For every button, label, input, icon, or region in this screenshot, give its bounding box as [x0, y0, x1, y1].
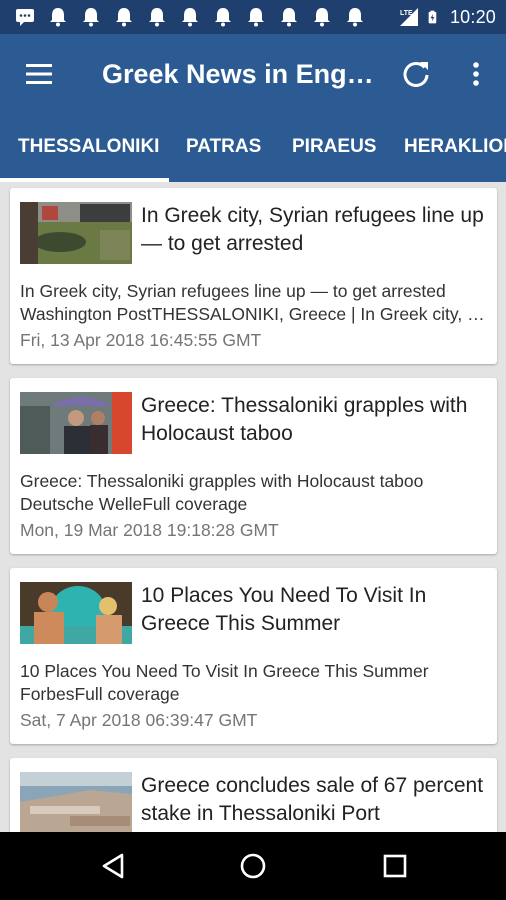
app-bar: Greek News in English: [0, 34, 506, 114]
summary-line: In Greek city, Syrian refugees line up —…: [20, 281, 446, 301]
article-headline: 10 Places You Need To Visit In Greece Th…: [141, 584, 427, 635]
status-bar: LTE 10:20: [0, 0, 506, 34]
article-thumbnail: [20, 582, 132, 644]
notification-bell-icon: [281, 8, 297, 27]
tab-piraeus[interactable]: PIRAEUS: [292, 114, 376, 182]
article-thumbnail: [20, 392, 132, 454]
notification-bell-icon: [215, 8, 231, 27]
battery-charging-icon: [428, 10, 437, 24]
more-vert-icon[interactable]: [463, 58, 489, 90]
selected-tab-indicator: [0, 178, 169, 182]
article-summary: 10 Places You Need To Visit In Greece Th…: [20, 660, 487, 706]
summary-line: Greece: Thessaloniki grapples with Holoc…: [20, 471, 424, 491]
refresh-icon[interactable]: [400, 58, 432, 90]
status-clock: 10:20: [449, 6, 496, 27]
news-card[interactable]: In Greek city, Syrian refugees line up —…: [10, 188, 497, 364]
article-headline: Greece concludes sale of 67 percent stak…: [141, 774, 484, 825]
home-circle-icon[interactable]: [238, 851, 268, 881]
notification-bell-icon: [248, 8, 264, 27]
notification-bell-icon: [347, 8, 363, 27]
tab-heraklion[interactable]: HERAKLION: [404, 114, 506, 182]
article-summary: In Greek city, Syrian refugees line up —…: [20, 280, 487, 326]
recents-square-icon[interactable]: [380, 851, 410, 881]
notification-bell-icon: [182, 8, 198, 27]
article-thumbnail: [20, 772, 132, 834]
hamburger-menu-icon[interactable]: [22, 58, 56, 90]
news-card[interactable]: 10 Places You Need To Visit In Greece Th…: [10, 568, 497, 744]
news-card[interactable]: Greece: Thessaloniki grapples with Holoc…: [10, 378, 497, 554]
tab-thessaloniki[interactable]: THESSALONIKI: [18, 114, 159, 182]
summary-line: Deutsche WelleFull coverage: [20, 494, 248, 514]
article-date: Fri, 13 Apr 2018 16:45:55 GMT: [20, 330, 262, 350]
article-date: Sat, 7 Apr 2018 06:39:47 GMT: [20, 710, 258, 730]
lte-signal-icon: LTE: [399, 8, 418, 26]
back-triangle-icon[interactable]: [98, 851, 128, 881]
messages-icon: [16, 9, 34, 26]
article-headline: In Greek city, Syrian refugees line up —…: [141, 204, 484, 255]
svg-text:LTE: LTE: [400, 10, 413, 17]
article-thumbnail: [20, 202, 132, 264]
summary-line: ForbesFull coverage: [20, 684, 180, 704]
article-summary: Greece: Thessaloniki grapples with Holoc…: [20, 470, 487, 516]
article-headline: Greece: Thessaloniki grapples with Holoc…: [141, 394, 468, 445]
notification-bell-icon: [83, 8, 99, 27]
notification-bell-icon: [50, 8, 66, 27]
article-date: Mon, 19 Mar 2018 19:18:28 GMT: [20, 520, 279, 540]
app-title: Greek News in English: [102, 59, 380, 89]
notification-bell-icon: [149, 8, 165, 27]
notification-bell-icon: [314, 8, 330, 27]
notification-bell-icon: [116, 8, 132, 27]
tab-bar: THESSALONIKI PATRAS PIRAEUS HERAKLION: [0, 114, 506, 182]
tab-patras[interactable]: PATRAS: [186, 114, 261, 182]
summary-line: 10 Places You Need To Visit In Greece Th…: [20, 661, 429, 681]
summary-line: Washington PostTHESSALONIKI, Greece | In…: [20, 304, 487, 324]
system-navigation-bar: [0, 832, 506, 900]
